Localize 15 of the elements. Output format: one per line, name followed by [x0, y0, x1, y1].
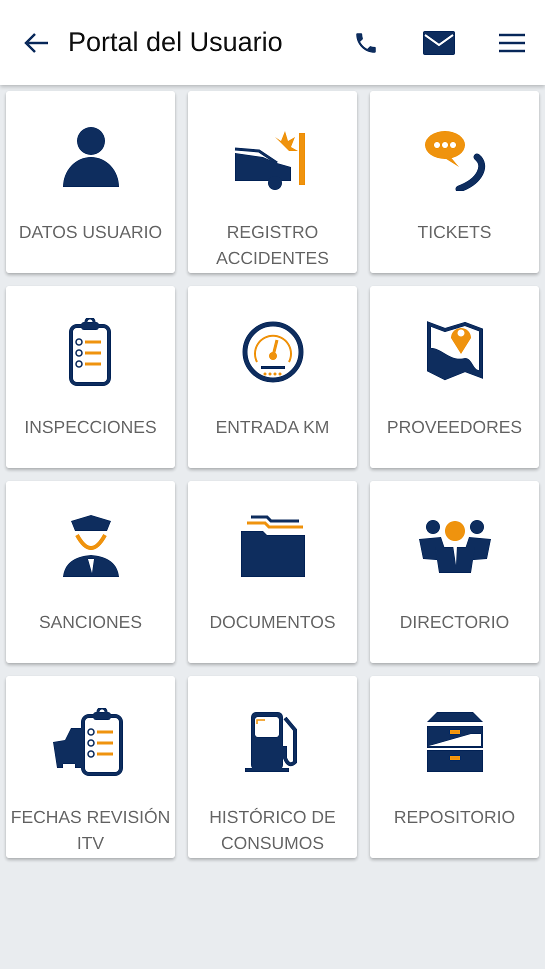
- menu-tile[interactable]: FECHAS REVISIÓN ITV: [6, 676, 175, 858]
- menu-tile[interactable]: ENTRADA KM: [188, 286, 357, 468]
- menu-tile[interactable]: PROVEEDORES: [370, 286, 539, 468]
- menu-tile[interactable]: INSPECCIONES: [6, 286, 175, 468]
- menu-tile[interactable]: REPOSITORIO: [370, 676, 539, 858]
- menu-tile[interactable]: SANCIONES: [6, 481, 175, 663]
- menu-tile[interactable]: TICKETS: [370, 91, 539, 273]
- mail-icon[interactable]: [423, 30, 455, 54]
- menu-tile[interactable]: DOCUMENTOS: [188, 481, 357, 663]
- menu-tile[interactable]: REGISTRO ACCIDENTES: [188, 91, 357, 273]
- menu-tile[interactable]: HISTÓRICO DE CONSUMOS: [188, 676, 357, 858]
- menu-icon[interactable]: [499, 32, 525, 52]
- menu-tile[interactable]: DATOS USUARIO: [6, 91, 175, 273]
- page-title: Portal del Usuario: [68, 26, 283, 60]
- menu-tile[interactable]: DIRECTORIO: [370, 481, 539, 663]
